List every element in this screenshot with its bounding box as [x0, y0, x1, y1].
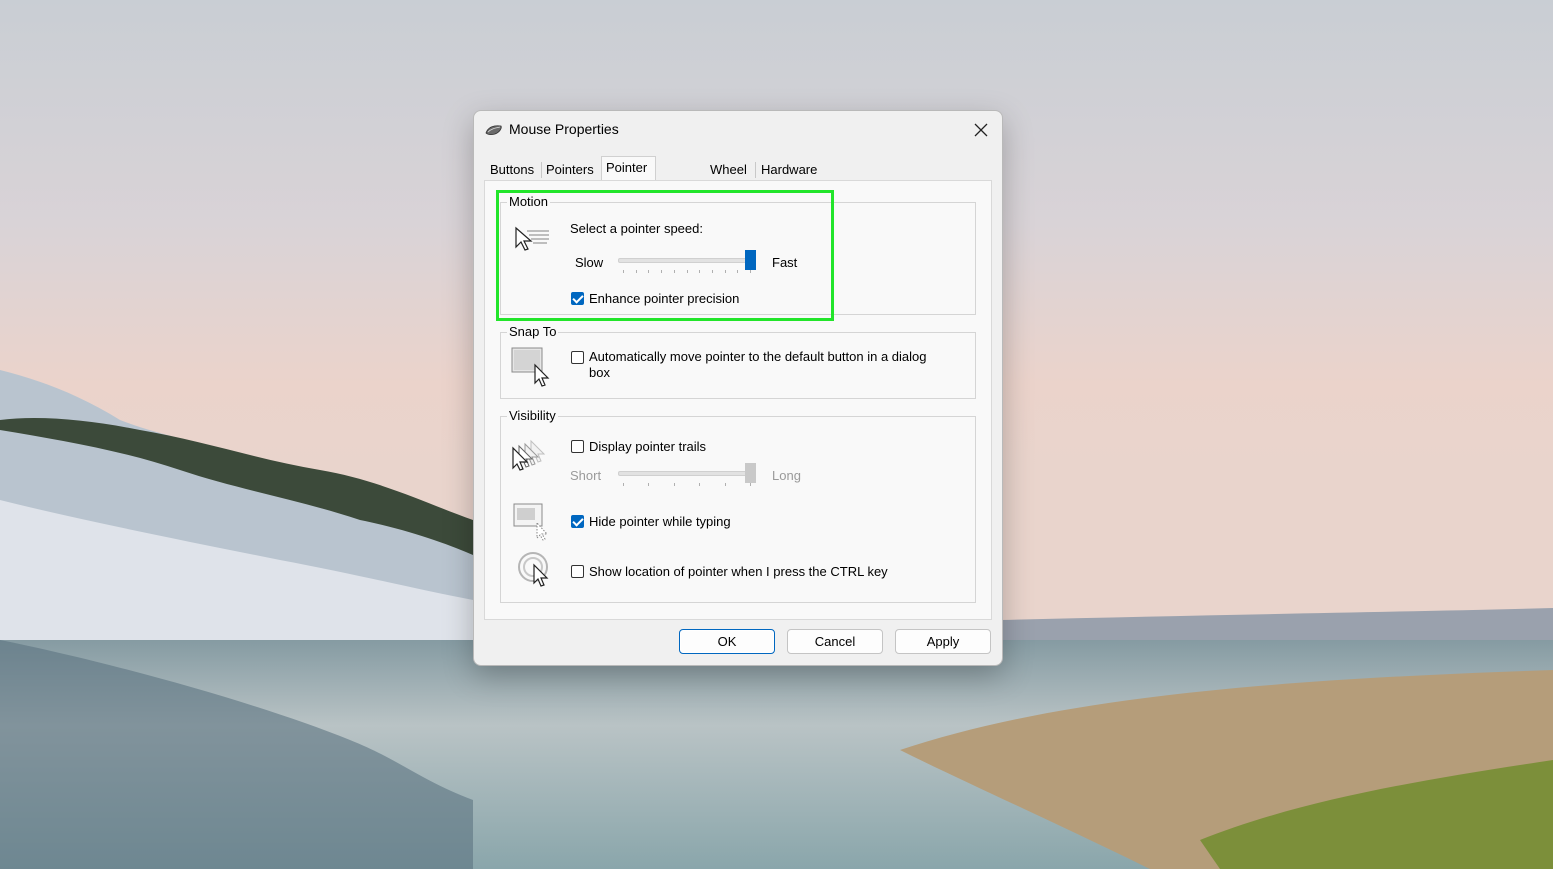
slider-tick: [699, 270, 701, 273]
slider-tick: [699, 483, 701, 486]
pointer-speed-slider[interactable]: [618, 250, 756, 278]
snap-to-default-icon: [511, 347, 550, 387]
enhance-precision-label[interactable]: Enhance pointer precision: [589, 291, 739, 307]
snap-to-group: Snap To Automatically move pointer to th…: [500, 324, 976, 399]
speed-fast-label: Fast: [772, 255, 798, 270]
tab-divider: [755, 162, 756, 178]
trails-long-label: Long: [772, 468, 801, 483]
hide-pointer-label[interactable]: Hide pointer while typing: [589, 514, 731, 530]
pointer-trails-icon: [512, 439, 546, 471]
tab-pointers[interactable]: Pointers: [542, 161, 598, 179]
slider-tick: [661, 270, 663, 273]
show-location-label[interactable]: Show location of pointer when I press th…: [589, 564, 888, 580]
mouse-icon: [485, 125, 502, 136]
speed-slow-label: Slow: [575, 255, 604, 270]
slider-tick: [635, 270, 637, 273]
slider-ticks: [618, 270, 756, 274]
hide-pointer-icon: [513, 503, 549, 541]
enhance-precision-checkbox[interactable]: [571, 292, 584, 305]
visibility-group-title: Visibility: [507, 408, 558, 424]
pointer-speed-icon: [515, 226, 549, 251]
motion-group: Motion Select a pointer speed: Slow Fast…: [500, 194, 976, 315]
slider-thumb[interactable]: [745, 463, 756, 483]
slider-track: [618, 258, 756, 263]
pointer-options-panel: Motion Select a pointer speed: Slow Fast…: [484, 180, 992, 620]
slider-tick: [648, 483, 650, 486]
pointer-trails-checkbox[interactable]: [571, 440, 584, 453]
slider-tick: [623, 270, 624, 273]
slider-tick: [623, 483, 624, 486]
snap-to-label-line1[interactable]: Automatically move pointer to the defaul…: [589, 349, 927, 365]
slider-tick: [686, 270, 688, 273]
title-bar: Mouse Properties: [474, 111, 1002, 149]
slider-track: [618, 471, 756, 476]
slider-tick: [724, 483, 726, 486]
snap-to-label-line2[interactable]: box: [589, 365, 610, 381]
pointer-trails-slider[interactable]: [618, 463, 756, 491]
tab-wheel[interactable]: Wheel: [706, 161, 751, 179]
mouse-properties-dialog: Mouse Properties Buttons Pointers Pointe…: [473, 110, 1003, 666]
pointer-trails-label[interactable]: Display pointer trails: [589, 439, 706, 455]
slider-tick: [648, 270, 650, 273]
visibility-group: Visibility Display pointer trails Short …: [500, 408, 976, 603]
slider-tick: [724, 270, 726, 273]
pointer-speed-label: Select a pointer speed:: [570, 221, 703, 236]
window-title: Mouse Properties: [509, 121, 619, 137]
slider-tick: [750, 483, 751, 486]
apply-button[interactable]: Apply: [895, 629, 991, 654]
close-button[interactable]: [966, 115, 996, 145]
tab-hardware[interactable]: Hardware: [757, 161, 821, 179]
motion-group-title: Motion: [507, 194, 551, 210]
close-icon: [974, 123, 988, 137]
pointer-location-icon: [518, 552, 549, 587]
hide-pointer-checkbox[interactable]: [571, 515, 584, 528]
tab-buttons[interactable]: Buttons: [486, 161, 538, 179]
snap-to-group-title: Snap To: [507, 324, 559, 340]
cancel-button[interactable]: Cancel: [787, 629, 883, 654]
slider-thumb[interactable]: [745, 250, 756, 270]
trails-short-label: Short: [570, 468, 602, 483]
slider-tick: [711, 270, 713, 273]
tab-pointer-options[interactable]: Pointer Options: [601, 156, 656, 197]
show-location-checkbox[interactable]: [571, 565, 584, 578]
slider-tick: [673, 270, 675, 273]
slider-tick: [737, 270, 739, 273]
slider-tick: [673, 483, 675, 486]
snap-to-default-checkbox[interactable]: [571, 351, 584, 364]
slider-ticks: [618, 483, 756, 487]
ok-button[interactable]: OK: [679, 629, 775, 654]
slider-tick: [750, 270, 751, 273]
